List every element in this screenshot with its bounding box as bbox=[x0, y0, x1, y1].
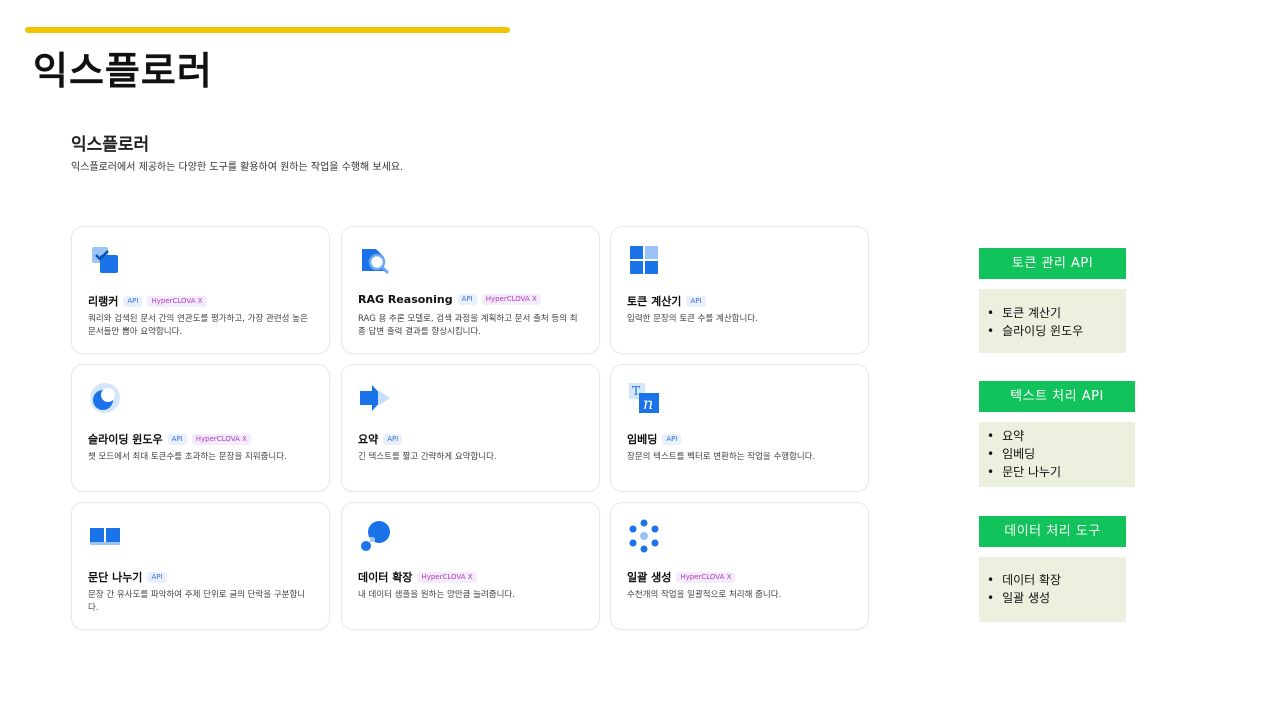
api-badge: API bbox=[123, 295, 143, 307]
list-item: 문단 나누기 bbox=[987, 463, 1127, 481]
tool-card-rag-reasoning[interactable]: RAG Reasoning API HyperCLOVA X RAG 용 추론 … bbox=[341, 226, 600, 354]
card-title: RAG Reasoning bbox=[358, 293, 453, 306]
card-description: 긴 텍스트를 짧고 간략하게 요약합니다. bbox=[358, 452, 497, 462]
sliding-window-icon bbox=[88, 381, 122, 415]
tool-card-data-augmentation[interactable]: 데이터 확장 HyperCLOVA X 내 데이터 샘플을 원하는 양만큼 늘려… bbox=[341, 502, 600, 630]
hyperclova-badge: HyperCLOVA X bbox=[676, 571, 736, 583]
side-panel-list: 데이터 확장 일괄 생성 bbox=[979, 557, 1126, 622]
accent-bar bbox=[25, 27, 510, 33]
card-description: 장문의 텍스트를 벡터로 변환하는 작업을 수행합니다. bbox=[627, 452, 816, 462]
tool-card-summary[interactable]: 요약 API 긴 텍스트를 짧고 간략하게 요약합니다. bbox=[341, 364, 600, 492]
card-title: 토큰 계산기 bbox=[627, 295, 682, 308]
tool-card-embedding[interactable]: T n 임베딩 API 장문의 텍스트를 벡터로 변환하는 작업을 수행합니다. bbox=[610, 364, 869, 492]
api-badge: API bbox=[686, 295, 706, 307]
hyperclova-badge: HyperCLOVA X bbox=[147, 295, 207, 307]
svg-text:n: n bbox=[643, 394, 653, 413]
tool-card-reranker[interactable]: 리랭커 API HyperCLOVA X 쿼리와 검색된 문서 간의 연관도를 … bbox=[71, 226, 330, 354]
side-panel-token-management: 토큰 관리 API 토큰 계산기 슬라이딩 윈도우 bbox=[979, 248, 1126, 353]
side-panel-list: 토큰 계산기 슬라이딩 윈도우 bbox=[979, 289, 1126, 353]
list-item: 일괄 생성 bbox=[987, 589, 1118, 607]
list-item: 요약 bbox=[987, 427, 1127, 445]
tool-card-token-calculator[interactable]: 토큰 계산기 API 입력한 문장의 토큰 수를 계산합니다. bbox=[610, 226, 869, 354]
side-panel-header: 토큰 관리 API bbox=[979, 248, 1126, 279]
card-description: 쿼리와 검색된 문서 간의 연관도를 평가하고, 가장 관련성 높은 문서들만 … bbox=[88, 314, 308, 337]
side-panel-text-processing: 텍스트 처리 API 요약 임베딩 문단 나누기 bbox=[979, 381, 1135, 487]
card-description: 챗 모드에서 최대 토큰수를 초과하는 문장을 지워줍니다. bbox=[88, 452, 287, 462]
rag-reasoning-icon bbox=[358, 243, 392, 277]
tool-card-sliding-window[interactable]: 슬라이딩 윈도우 API HyperCLOVA X 챗 모드에서 최대 토큰수를… bbox=[71, 364, 330, 492]
data-augmentation-icon bbox=[358, 519, 392, 553]
token-calculator-icon bbox=[627, 243, 661, 277]
hyperclova-badge: HyperCLOVA X bbox=[481, 294, 541, 305]
slide-title: 익스플로러 bbox=[33, 49, 213, 93]
svg-text:T: T bbox=[632, 384, 640, 398]
card-title: 리랭커 bbox=[88, 295, 119, 308]
section-title: 익스플로러 bbox=[71, 135, 150, 155]
card-description: RAG 용 추론 모델로, 검색 과정을 계획하고 문서 출처 등의 최종 답변… bbox=[358, 314, 578, 337]
card-title: 데이터 확장 bbox=[358, 571, 413, 584]
list-item: 임베딩 bbox=[987, 445, 1127, 463]
tool-card-grid: 리랭커 API HyperCLOVA X 쿼리와 검색된 문서 간의 연관도를 … bbox=[71, 226, 871, 632]
side-panel-header: 데이터 처리 도구 bbox=[979, 516, 1126, 547]
tool-card-batch-generation[interactable]: 일괄 생성 HyperCLOVA X 수천개의 작업을 일괄적으로 처리해 줍니… bbox=[610, 502, 869, 630]
tool-card-paragraph-split[interactable]: 문단 나누기 API 문장 간 유사도를 파악하여 주제 단위로 글의 단락을 … bbox=[71, 502, 330, 630]
hyperclova-badge: HyperCLOVA X bbox=[191, 433, 251, 445]
api-badge: API bbox=[147, 571, 167, 583]
summary-icon bbox=[358, 381, 392, 415]
card-title: 일괄 생성 bbox=[627, 571, 672, 584]
card-title: 문단 나누기 bbox=[88, 571, 143, 584]
card-description: 문장 간 유사도를 파악하여 주제 단위로 글의 단락을 구분합니다. bbox=[88, 590, 306, 613]
card-title: 임베딩 bbox=[627, 433, 658, 446]
batch-generation-icon bbox=[627, 519, 661, 553]
card-description: 내 데이터 샘플을 원하는 양만큼 늘려줍니다. bbox=[358, 590, 515, 600]
side-panel-data-processing: 데이터 처리 도구 데이터 확장 일괄 생성 bbox=[979, 516, 1126, 622]
card-description: 입력한 문장의 토큰 수를 계산합니다. bbox=[627, 314, 758, 324]
embedding-icon: T n bbox=[627, 381, 661, 415]
paragraph-split-icon bbox=[88, 519, 122, 553]
hyperclova-badge: HyperCLOVA X bbox=[417, 571, 477, 583]
api-badge: API bbox=[662, 433, 682, 445]
side-panel-list: 요약 임베딩 문단 나누기 bbox=[979, 422, 1135, 487]
list-item: 토큰 계산기 bbox=[987, 304, 1118, 322]
api-badge: API bbox=[167, 433, 187, 445]
card-title: 슬라이딩 윈도우 bbox=[88, 433, 163, 446]
reranker-icon bbox=[88, 243, 122, 277]
list-item: 데이터 확장 bbox=[987, 571, 1118, 589]
list-item: 슬라이딩 윈도우 bbox=[987, 322, 1118, 340]
api-badge: API bbox=[383, 433, 403, 445]
section-description: 익스플로러에서 제공하는 다양한 도구를 활용하여 원하는 작업을 수행해 보세… bbox=[71, 162, 404, 173]
side-panel-header: 텍스트 처리 API bbox=[979, 381, 1135, 412]
api-badge: API bbox=[457, 294, 477, 305]
card-description: 수천개의 작업을 일괄적으로 처리해 줍니다. bbox=[627, 590, 782, 600]
card-title: 요약 bbox=[358, 433, 379, 446]
